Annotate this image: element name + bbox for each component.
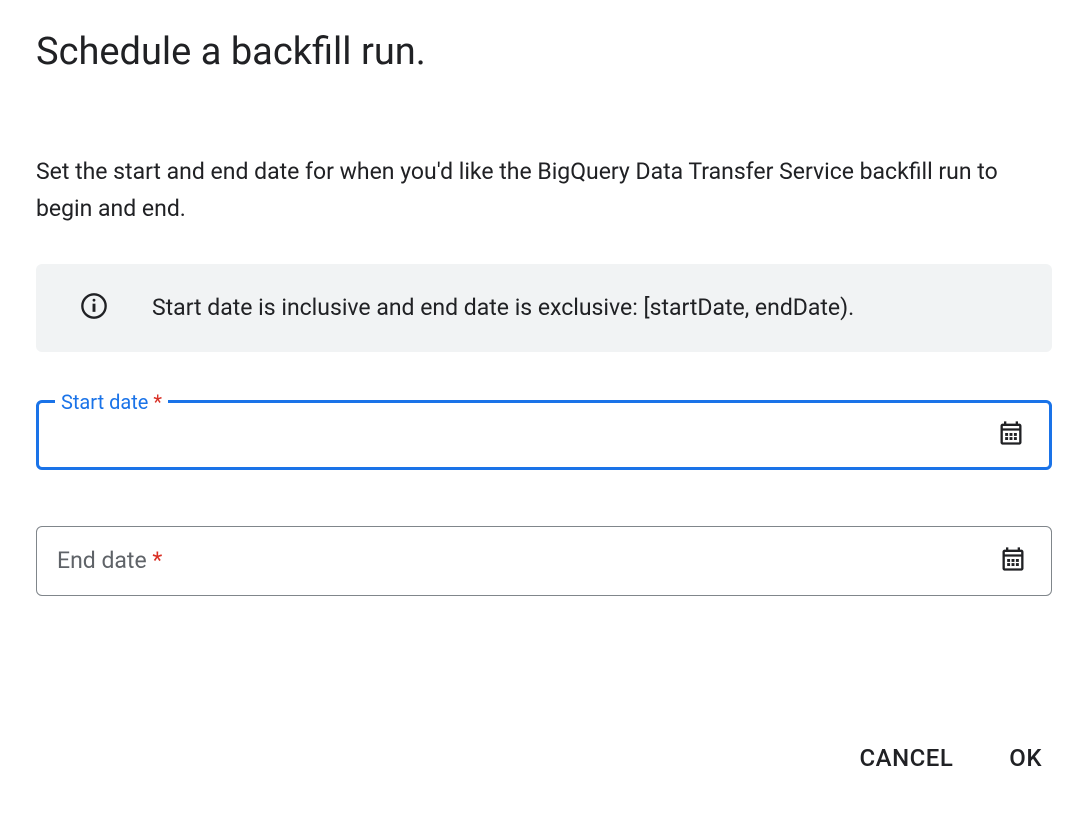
required-asterisk: * — [152, 547, 162, 574]
end-date-calendar-button[interactable] — [995, 541, 1031, 580]
info-banner: Start date is inclusive and end date is … — [36, 264, 1052, 352]
dialog-actions: CANCEL OK — [36, 736, 1052, 780]
calendar-icon — [997, 419, 1025, 450]
cancel-button[interactable]: CANCEL — [856, 736, 958, 780]
required-asterisk: * — [153, 390, 162, 414]
calendar-icon — [999, 545, 1027, 576]
info-icon — [80, 292, 108, 324]
dialog-title: Schedule a backfill run. — [36, 30, 1052, 74]
end-date-label: End date * — [57, 547, 162, 574]
start-date-label: Start date * — [55, 390, 168, 414]
ok-button[interactable]: OK — [1005, 736, 1046, 780]
dialog-description: Set the start and end date for when you'… — [36, 154, 1052, 228]
start-date-calendar-button[interactable] — [993, 415, 1029, 454]
start-date-input[interactable] — [59, 421, 993, 448]
info-banner-text: Start date is inclusive and end date is … — [152, 294, 854, 321]
start-date-field[interactable]: Start date * — [36, 400, 1052, 470]
end-date-field[interactable]: End date * — [36, 526, 1052, 596]
